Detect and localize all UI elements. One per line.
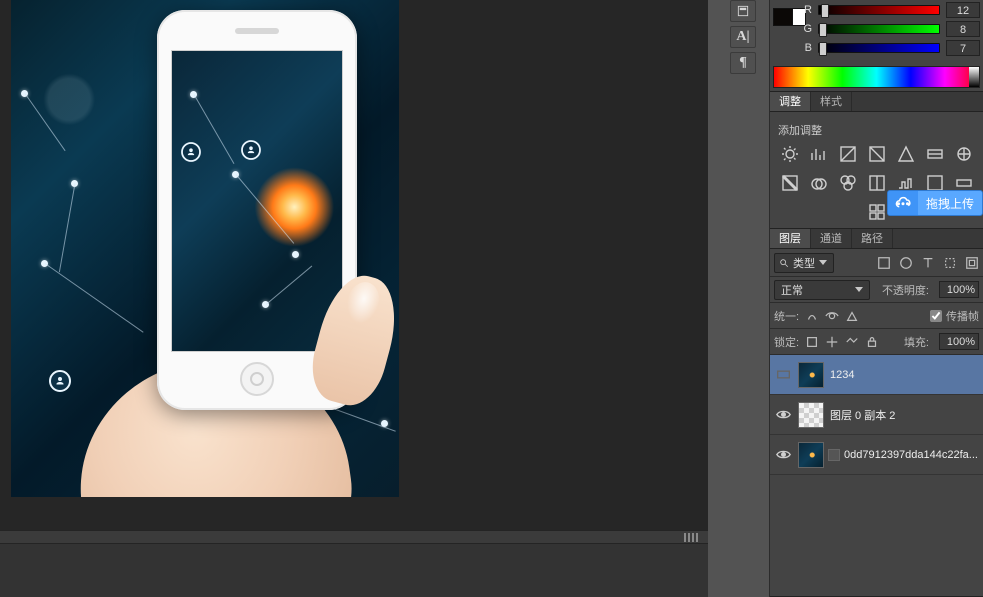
opacity-value[interactable]: 100% <box>939 281 979 298</box>
blend-mode-select[interactable]: 正常 <box>774 280 870 300</box>
adj-curves-icon[interactable] <box>838 144 858 164</box>
value-r[interactable]: 12 <box>946 2 980 18</box>
layer-row[interactable]: 1234 <box>770 355 983 395</box>
kind-filter-label: 类型 <box>793 255 815 271</box>
user-node-icon <box>49 370 71 392</box>
panel-button-paragraph[interactable]: ¶ <box>730 52 756 74</box>
unify-visibility-icon[interactable] <box>825 309 839 323</box>
right-panel-stack: R 12 G 8 B 7 调整 样式 添加调整 <box>769 0 983 597</box>
lock-position-icon[interactable] <box>825 335 839 349</box>
foreground-swatch[interactable] <box>773 8 793 26</box>
layer-thumb[interactable] <box>798 442 824 468</box>
unify-style-icon[interactable] <box>845 309 859 323</box>
canvas-area <box>0 0 708 597</box>
chevron-down-icon <box>855 287 863 292</box>
visibility-toggle[interactable] <box>774 446 792 464</box>
lock-label: 锁定: <box>774 334 799 350</box>
adj-levels-icon[interactable] <box>809 144 829 164</box>
adj-bw-icon[interactable] <box>780 173 800 193</box>
lock-image-icon[interactable] <box>845 335 859 349</box>
unify-position-icon[interactable] <box>805 309 819 323</box>
tab-layers[interactable]: 图层 <box>770 229 811 248</box>
filter-pixel-icon[interactable] <box>877 256 891 270</box>
slider-b[interactable] <box>818 43 940 53</box>
fill-value[interactable]: 100% <box>939 333 979 350</box>
filter-type-icon[interactable] <box>921 256 935 270</box>
value-g[interactable]: 8 <box>946 21 980 37</box>
adj-color-balance-icon[interactable] <box>954 144 974 164</box>
tab-channels[interactable]: 通道 <box>811 229 852 248</box>
lock-all-icon[interactable] <box>865 335 879 349</box>
layer-name[interactable]: 0dd7912397dda144c22fa... <box>844 449 981 461</box>
blend-mode-value: 正常 <box>781 282 803 298</box>
propagate-checkbox[interactable] <box>930 310 942 322</box>
propagate-label: 传播帧 <box>946 308 979 324</box>
lock-pixels-icon[interactable] <box>805 335 819 349</box>
status-bar <box>0 530 708 544</box>
layer-name[interactable]: 1234 <box>830 369 981 381</box>
layer-row[interactable]: 0dd7912397dda144c22fa... <box>770 435 983 475</box>
visibility-toggle[interactable] <box>774 366 792 384</box>
channel-label-g: G <box>800 23 812 35</box>
slider-g[interactable] <box>818 24 940 34</box>
search-icon <box>779 258 789 268</box>
layer-thumb[interactable] <box>798 402 824 428</box>
cloud-upload-icon <box>888 191 918 215</box>
fill-label: 填充: <box>904 334 929 350</box>
visibility-toggle[interactable] <box>774 406 792 424</box>
layer-filter-bar: 类型 <box>770 249 983 277</box>
document-canvas[interactable] <box>11 0 399 497</box>
filter-adjust-icon[interactable] <box>899 256 913 270</box>
channel-label-b: B <box>800 42 812 54</box>
adjustments-title: 添加调整 <box>778 122 979 138</box>
timeline-area <box>0 544 708 597</box>
slider-r[interactable] <box>818 5 940 15</box>
adj-invert-icon[interactable] <box>867 173 887 193</box>
layer-list: 1234 图层 0 副本 2 0dd7912397dda144c22fa... <box>770 355 983 596</box>
layer-row[interactable]: 图层 0 副本 2 <box>770 395 983 435</box>
spectrum-picker[interactable] <box>773 66 980 88</box>
collapsed-panel-strip: A| ¶ <box>730 0 758 92</box>
smart-object-icon <box>828 449 840 461</box>
adj-exposure-icon[interactable] <box>867 144 887 164</box>
paragraph-icon: ¶ <box>739 56 747 70</box>
color-panel: R 12 G 8 B 7 <box>770 0 983 92</box>
adj-selective-color-icon[interactable] <box>867 202 887 222</box>
unify-label: 统一: <box>774 308 799 324</box>
resize-gripper-icon[interactable] <box>684 533 700 542</box>
adj-hue-icon[interactable] <box>925 144 945 164</box>
panel-button-character[interactable]: A| <box>730 26 756 48</box>
panel-button-history[interactable] <box>730 0 756 22</box>
tab-paths[interactable]: 路径 <box>852 229 893 248</box>
adj-vibrance-icon[interactable] <box>896 144 916 164</box>
adj-channel-mixer-icon[interactable] <box>838 173 858 193</box>
layers-panel: 图层 通道 路径 类型 正常 不透明度: 100 <box>770 229 983 597</box>
chevron-down-icon <box>819 260 827 265</box>
adj-photo-filter-icon[interactable] <box>809 173 829 193</box>
layer-thumb[interactable] <box>798 362 824 388</box>
value-b[interactable]: 7 <box>946 40 980 56</box>
upload-badge[interactable]: 拖拽上传 <box>887 190 983 216</box>
adj-brightness-icon[interactable] <box>780 144 800 164</box>
filter-smart-icon[interactable] <box>965 256 979 270</box>
hand-phone-artwork <box>69 100 389 497</box>
opacity-label: 不透明度: <box>882 282 929 298</box>
filter-shape-icon[interactable] <box>943 256 957 270</box>
upload-badge-label: 拖拽上传 <box>918 195 982 212</box>
layer-name[interactable]: 图层 0 副本 2 <box>830 407 981 423</box>
tab-styles[interactable]: 样式 <box>811 92 852 111</box>
layer-kind-filter[interactable]: 类型 <box>774 253 834 273</box>
channel-label-r: R <box>800 4 812 16</box>
tab-adjustments[interactable]: 调整 <box>770 92 811 111</box>
